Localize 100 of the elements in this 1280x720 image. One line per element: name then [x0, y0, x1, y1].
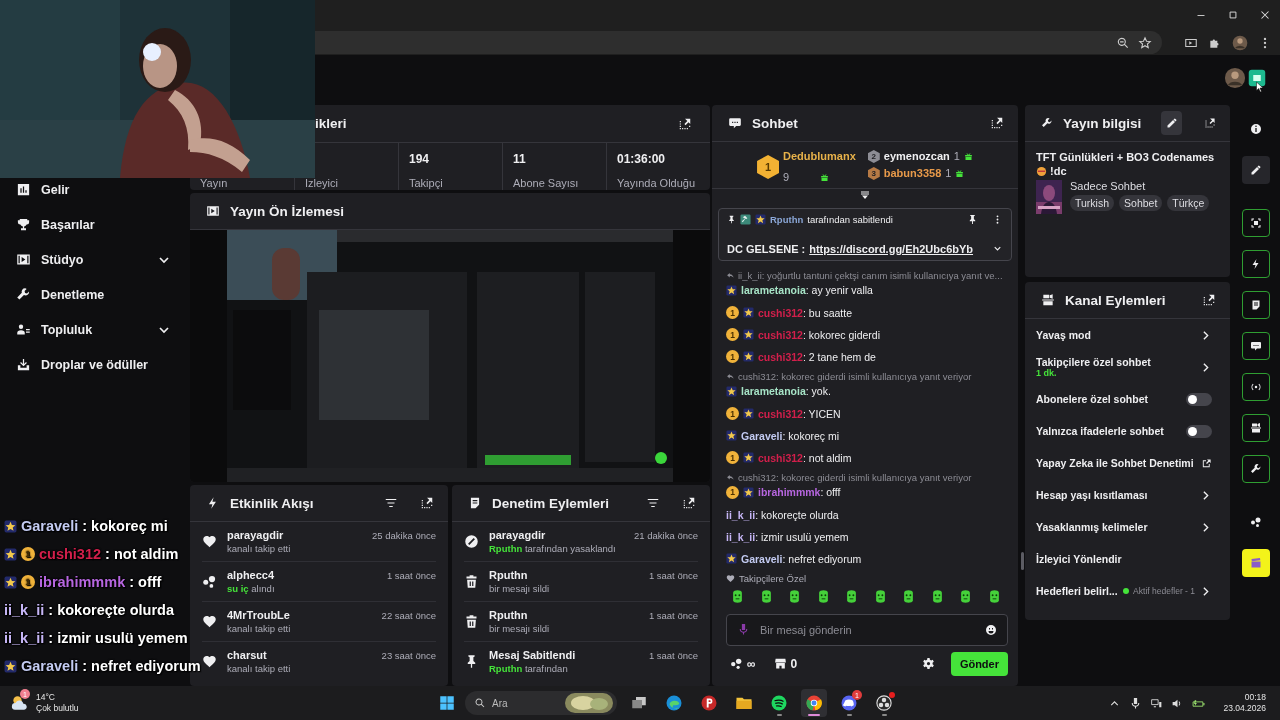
popout-icon[interactable]: [1202, 293, 1216, 307]
stream-title: TFT Günlükleri + BO3 Codenames: [1036, 151, 1216, 163]
action-label[interactable]: Yapay Zeka ile Sohbet Denetimi: [1036, 457, 1197, 469]
panel-title: Yayın bilgisi: [1063, 115, 1142, 131]
rail-button[interactable]: [1242, 331, 1270, 360]
rail-button[interactable]: [1242, 155, 1270, 184]
star-badge-icon: [743, 307, 754, 319]
popout-icon[interactable]: [682, 496, 696, 510]
sidebar-item[interactable]: Gelir: [0, 178, 190, 201]
bits-value: 0: [790, 656, 798, 671]
popout-icon[interactable]: [1203, 116, 1216, 130]
tag[interactable]: Sohbet: [1119, 195, 1163, 211]
popout-icon[interactable]: [990, 116, 1004, 130]
message-text: : ay yenir valla: [805, 284, 873, 297]
action-label[interactable]: Yalnızca ifadelerle sohbet: [1036, 425, 1182, 437]
toggle-switch[interactable]: [1186, 424, 1212, 438]
star-badge-icon: [4, 547, 17, 561]
store-icon[interactable]: [773, 657, 787, 671]
star-badge-icon: [743, 329, 754, 341]
bits-badge: 1: [726, 451, 739, 465]
sidebar-item[interactable]: Stüdyo: [0, 248, 190, 271]
sidebar-item[interactable]: Denetleme: [0, 283, 190, 306]
clock-time[interactable]: 00:18: [1244, 692, 1266, 703]
emote-icon[interactable]: [730, 588, 745, 604]
action-label[interactable]: Hedefleri belirl...: [1036, 585, 1120, 597]
panel-title: Etkinlik Akışı: [230, 495, 314, 511]
event-time: 1 saat önce: [648, 570, 698, 581]
start-icon[interactable]: [438, 694, 456, 712]
weather-icon[interactable]: [10, 693, 30, 713]
clapper-icon: [1250, 556, 1262, 569]
network-icon[interactable]: [1150, 696, 1164, 710]
bits-badge: 1: [726, 485, 739, 499]
action-label[interactable]: Abonelere özel sohbet: [1036, 393, 1182, 405]
popout-icon[interactable]: [678, 116, 692, 131]
message-text: : offf: [820, 486, 841, 499]
avatar-icon[interactable]: [1232, 34, 1248, 51]
leader-name[interactable]: babun3358: [883, 167, 942, 180]
pinned-link[interactable]: https://discord.gg/Eh2Ubc6bYb: [809, 242, 974, 255]
chat-username[interactable]: larametanoia: [741, 284, 806, 297]
category-name[interactable]: Sadece Sohbet: [1070, 180, 1210, 192]
tag[interactable]: Turkish: [1070, 195, 1115, 211]
action-value: 1 dk.: [1036, 368, 1057, 378]
action-label[interactable]: Takipçilere özel sohbet: [1036, 356, 1195, 368]
sidebar-item[interactable]: Başarılar: [0, 213, 190, 236]
rail-button[interactable]: [1242, 290, 1270, 319]
panel-title: Yayın Ön İzlemesi: [230, 203, 345, 219]
points-icon: [1250, 515, 1262, 528]
action-label[interactable]: İzleyici Yönlendir: [1036, 553, 1212, 565]
toggle-switch[interactable]: [1186, 392, 1212, 406]
message-input[interactable]: Bir mesaj gönderin: [760, 623, 975, 636]
event-title: parayagdir: [489, 529, 547, 541]
leader-name[interactable]: eymenozcan: [883, 150, 950, 163]
overlay-username: ii_k_ii: [4, 602, 45, 618]
star-badge-icon: [743, 452, 754, 464]
points-icon[interactable]: [730, 657, 743, 671]
rail-button[interactable]: [1242, 454, 1270, 483]
overlay-message: : nefret ediyorum: [82, 658, 201, 674]
event-title: charsut: [227, 649, 268, 661]
rail-button[interactable]: [1242, 548, 1270, 577]
rank-badge: 1: [757, 155, 780, 179]
clock-date[interactable]: 23.04.2026: [1223, 703, 1266, 714]
taskbar-app[interactable]: [801, 689, 827, 717]
edge-icon: [665, 694, 683, 712]
send-button[interactable]: Gönder: [950, 651, 1008, 676]
chat-input[interactable]: Bir mesaj gönderin: [726, 613, 1008, 646]
action-label[interactable]: Yavaş mod: [1036, 329, 1195, 341]
event-detail: kanalı takip etti: [227, 663, 292, 674]
filter-icon[interactable]: [384, 496, 398, 510]
external-link-icon[interactable]: [1201, 457, 1212, 469]
chat-username[interactable]: larametanoia: [741, 385, 806, 398]
action-label[interactable]: Yasaklanmış kelimeler: [1036, 521, 1195, 533]
restore-icon[interactable]: [1226, 8, 1240, 22]
overlay-username: Garaveli: [21, 518, 79, 534]
gift-count: 9: [783, 171, 791, 184]
pinned-by-user[interactable]: Rputhn: [770, 214, 804, 226]
emoji-icon[interactable]: [985, 623, 997, 636]
edit-button[interactable]: [1161, 111, 1182, 135]
avatar-icon[interactable]: [1224, 66, 1246, 89]
settings-icon[interactable]: [921, 657, 935, 671]
rail-button[interactable]: [1242, 413, 1270, 442]
filter-icon[interactable]: [646, 496, 660, 510]
tag[interactable]: Türkçe: [1167, 195, 1210, 211]
sidebar-item[interactable]: Droplar ve ödüller: [0, 353, 190, 376]
cursor-icon: [1254, 79, 1266, 95]
spotify-icon: [770, 694, 788, 712]
unpin-icon[interactable]: [967, 214, 978, 226]
overlay-message: : kokoreç mi: [82, 518, 168, 534]
panel-title: Sohbet: [752, 115, 798, 131]
channel-icon[interactable]: [1248, 68, 1266, 87]
focus-icon: [1250, 216, 1262, 229]
message-text: : kokoreçte olurda: [755, 508, 839, 521]
zoom-icon[interactable]: [1116, 35, 1130, 50]
rail-button[interactable]: [1242, 208, 1270, 237]
event-detail: Rputhn tarafından yasaklandı: [489, 543, 617, 554]
star-icon[interactable]: [1138, 35, 1152, 50]
leader-name[interactable]: Dedublumanx: [783, 150, 856, 163]
sidebar-item[interactable]: Topluluk: [0, 318, 190, 341]
overlay-username: ii_k_ii: [4, 630, 45, 646]
action-label[interactable]: Hesap yaşı kısıtlaması: [1036, 489, 1195, 501]
popout-icon[interactable]: [420, 496, 434, 510]
